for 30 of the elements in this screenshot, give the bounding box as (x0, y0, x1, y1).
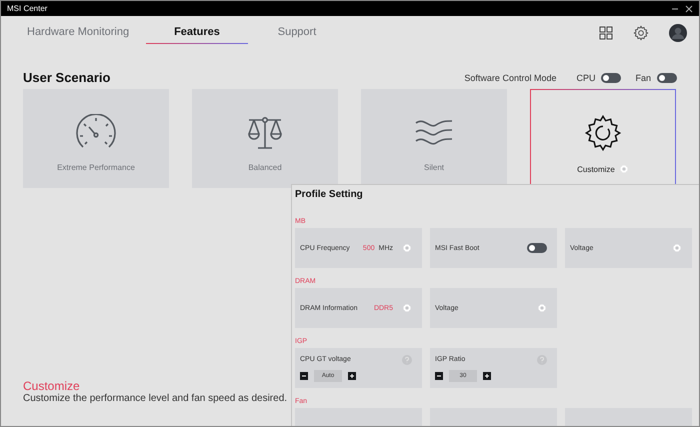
settings-icon[interactable] (633, 25, 649, 41)
toggle-switch[interactable] (527, 243, 547, 253)
close-icon[interactable] (685, 4, 693, 12)
scenario-label: Extreme Performance (57, 163, 135, 172)
toggle-switch[interactable] (657, 72, 677, 82)
window-title: MSI Center (7, 4, 48, 13)
waves-icon (414, 117, 454, 147)
grid-icon[interactable] (599, 26, 613, 40)
tab[interactable]: Support (248, 22, 346, 44)
scenario-title: Customize (23, 379, 81, 393)
scenario-label: Customize (577, 164, 615, 174)
toggle-label: CPU (576, 72, 596, 82)
plus-button[interactable] (483, 372, 491, 380)
plus-button[interactable] (348, 372, 356, 380)
balance-scale-icon (245, 114, 285, 150)
toggle-switch[interactable] (601, 72, 622, 82)
panel-title: Profile Setting (295, 189, 364, 200)
scenario-label: Balanced (248, 163, 282, 172)
gear-icon (583, 113, 623, 153)
control-mode-label: Software Control Mode (464, 72, 556, 82)
minus-button[interactable] (435, 372, 443, 380)
tab[interactable]: Hardware Monitoring (19, 22, 146, 44)
speedometer-icon (75, 114, 117, 150)
scenario-description: Customize the performance level and fan speed as desired. (23, 393, 288, 404)
minus-button[interactable] (300, 372, 308, 380)
scenario-label: Silent (424, 163, 444, 172)
tab[interactable]: Features (146, 22, 248, 44)
avatar-icon[interactable] (669, 24, 687, 42)
toggle-label: Fan (635, 72, 651, 82)
section-title: User Scenario (23, 70, 112, 85)
